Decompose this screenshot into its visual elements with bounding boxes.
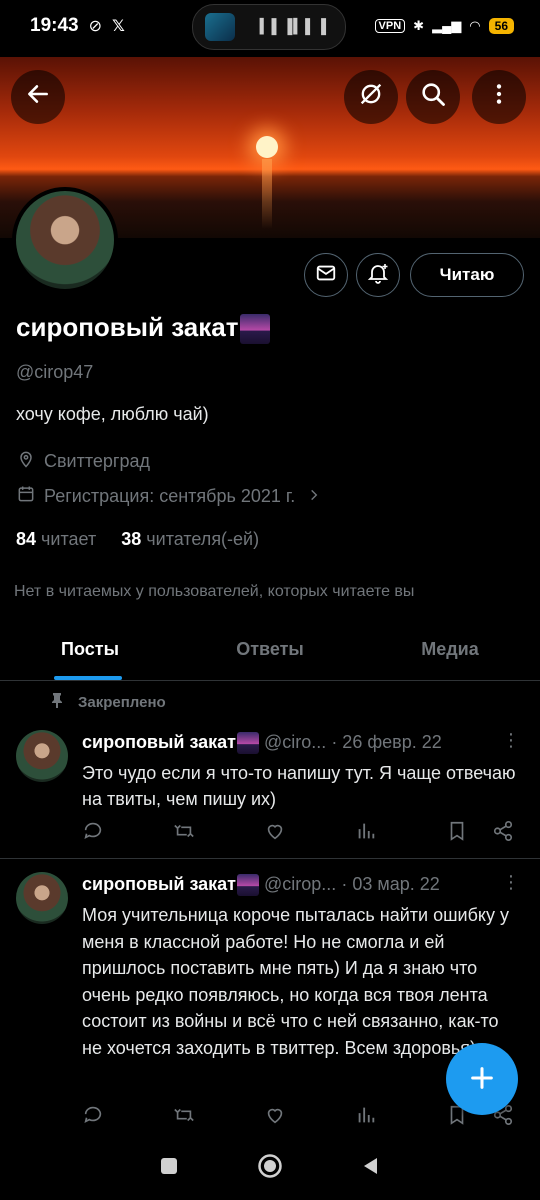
home-button[interactable]: [257, 1153, 283, 1185]
followers-label: читателя(-ей): [146, 529, 260, 549]
location-text: Свиттерград: [44, 451, 151, 471]
notify-button[interactable]: [356, 253, 400, 297]
plus-icon: [468, 1057, 496, 1102]
tweet-text: Моя учительница короче пыталась найти ош…: [82, 905, 509, 1058]
profile-joined[interactable]: Регистрация: сентябрь 2021 г.: [16, 484, 321, 509]
vpn-badge: VPN: [374, 19, 406, 33]
profile-avatar[interactable]: [12, 187, 118, 293]
battery-indicator: 56: [488, 18, 514, 34]
bookmark-icon[interactable]: [446, 820, 468, 847]
signal-icon: ▂▄▆: [432, 18, 462, 33]
mail-icon: [315, 262, 337, 289]
x-app-icon: 𝕏: [112, 18, 125, 35]
tweet-more-button[interactable]: ⋮: [502, 872, 520, 893]
tweet-handle: @cirop...: [264, 874, 337, 894]
city-sunset-emoji-icon: [237, 732, 259, 755]
tweet-text: Это чудо если я что-то напишу тут. Я чащ…: [82, 763, 516, 809]
profile-tabs: Посты Ответы Медиа: [0, 618, 540, 681]
profile-name-text: сироповый закат: [16, 312, 239, 342]
tweet-actions: [82, 1104, 514, 1131]
bell-plus-icon: [366, 261, 390, 290]
profile-location: Свиттерград: [16, 449, 150, 474]
profile-bio: хочу кофе, люблю чай): [16, 404, 209, 424]
chevron-right-icon: [307, 486, 321, 507]
location-pin-icon: [16, 449, 36, 474]
dynamic-island-player[interactable]: ▍▌▐▍▌▐: [192, 4, 346, 50]
album-art: [205, 13, 235, 41]
tab-media[interactable]: Медиа: [360, 618, 540, 680]
city-sunset-emoji-icon: [240, 314, 271, 345]
tweet-handle: @ciro...: [264, 732, 327, 752]
mutual-followers-notice: Нет в читаемых у пользователей, которых …: [14, 583, 415, 600]
tweet-more-button[interactable]: ⋮: [502, 730, 520, 751]
followers-count: 38: [121, 529, 142, 549]
retweet-icon[interactable]: [173, 820, 195, 847]
vertical-dots-icon: ⋮: [502, 872, 520, 892]
following-link[interactable]: 84 читает: [16, 529, 96, 549]
calendar-icon: [16, 484, 36, 509]
pinned-indicator: Закреплено: [50, 692, 166, 712]
tab-replies[interactable]: Ответы: [180, 618, 360, 680]
tweet-author-name: сироповый закат: [82, 732, 236, 752]
back-arrow-icon: [25, 81, 51, 114]
back-nav-button[interactable]: [361, 1156, 381, 1182]
tweet-item[interactable]: сироповый закат @ciro... · 26 февр. 22 ⋮…: [0, 730, 540, 860]
views-icon[interactable]: [355, 820, 377, 847]
message-button[interactable]: [304, 253, 348, 297]
share-icon[interactable]: [492, 820, 514, 847]
tweet-actions: [82, 820, 514, 847]
tweet-divider: [0, 858, 540, 859]
status-time: 19:43: [30, 15, 79, 36]
pinned-label: Закреплено: [78, 693, 166, 711]
audio-wave-icon: ▍▌▐▍▌▐: [259, 18, 327, 34]
tweet-avatar[interactable]: [16, 730, 68, 782]
following-label: читает: [41, 529, 97, 549]
back-button[interactable]: [11, 70, 65, 124]
hide-media-button[interactable]: [344, 70, 398, 124]
recents-button[interactable]: [159, 1156, 179, 1182]
vertical-dots-icon: ⋮: [502, 730, 520, 750]
like-icon[interactable]: [264, 1104, 286, 1131]
views-icon[interactable]: [355, 1104, 377, 1131]
tweet-date: · 26 февр. 22: [331, 732, 442, 752]
no-image-icon: [357, 80, 385, 115]
tweet-actions-right: [446, 820, 514, 847]
like-icon[interactable]: [264, 820, 286, 847]
following-count: 84: [16, 529, 37, 549]
tab-posts[interactable]: Посты: [0, 618, 180, 680]
vertical-dots-icon: [486, 81, 512, 114]
joined-text: Регистрация: сентябрь 2021 г.: [44, 486, 296, 506]
compose-button[interactable]: [446, 1043, 518, 1115]
reply-icon[interactable]: [82, 820, 104, 847]
retweet-icon[interactable]: [173, 1104, 195, 1131]
following-button[interactable]: Читаю: [410, 253, 524, 297]
wifi-icon: ◠: [469, 18, 481, 33]
pin-icon: [50, 692, 64, 712]
city-sunset-emoji-icon: [237, 874, 259, 897]
tweet-header: сироповый закат @cirop... · 03 мар. 22: [82, 874, 440, 897]
profile-name: сироповый закат: [16, 312, 271, 345]
system-nav-bar: [0, 1138, 540, 1200]
tweet-header: сироповый закат @ciro... · 26 февр. 22: [82, 732, 442, 755]
profile-handle: @cirop47: [16, 362, 94, 382]
banner-sun: [256, 136, 278, 158]
more-button[interactable]: [472, 70, 526, 124]
tweet-avatar[interactable]: [16, 872, 68, 924]
reply-icon[interactable]: [82, 1104, 104, 1131]
tweet-author-name: сироповый закат: [82, 874, 236, 894]
bluetooth-icon: ✱: [413, 18, 425, 33]
search-icon: [419, 80, 447, 115]
sync-icon: ⊘: [88, 18, 103, 35]
banner-glint: [262, 159, 272, 229]
follow-counts: 84 читает 38 читателя(-ей): [16, 529, 259, 550]
search-button[interactable]: [406, 70, 460, 124]
followers-link[interactable]: 38 читателя(-ей): [121, 529, 259, 549]
tweet-date: · 03 мар. 22: [341, 874, 440, 894]
